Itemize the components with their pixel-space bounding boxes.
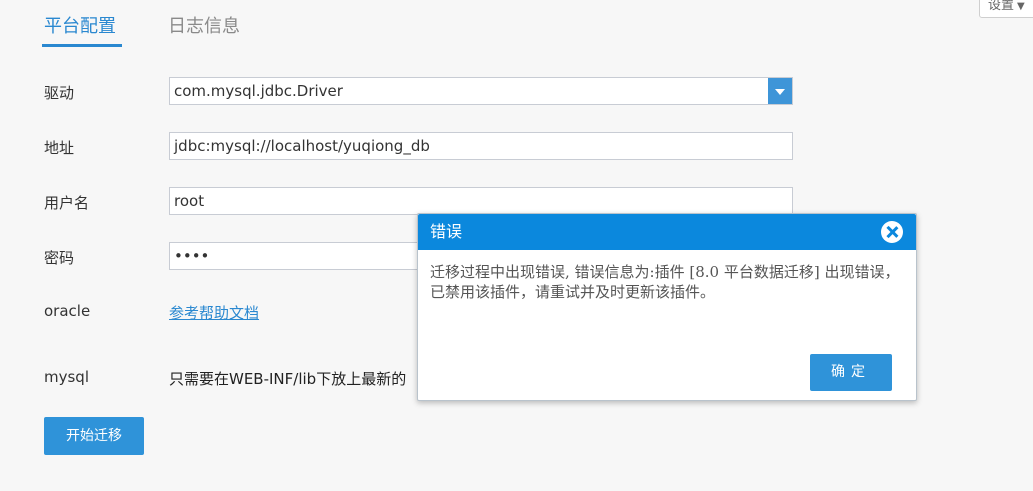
start-migration-button[interactable]: 开始迁移 <box>44 417 144 455</box>
address-input[interactable]: jdbc:mysql://localhost/yuqiong_db <box>169 132 793 160</box>
password-value: •••• <box>174 247 210 265</box>
driver-select[interactable]: com.mysql.jdbc.Driver <box>169 77 793 105</box>
help-doc-link[interactable]: 参考帮助文档 <box>169 302 259 323</box>
password-label: 密码 <box>44 249 75 267</box>
oracle-label: oracle <box>44 302 91 320</box>
chevron-down-icon: ▼ <box>1017 1 1025 12</box>
settings-button[interactable]: 设置 ▼ <box>979 0 1033 18</box>
mysql-note: 只需要在WEB-INF/lib下放上最新的 <box>169 370 407 388</box>
dialog-message: 迁移过程中出现错误, 错误信息为:插件 [8.0 平台数据迁移] 出现错误，已禁… <box>430 263 900 301</box>
active-tab-indicator <box>42 44 122 47</box>
close-icon[interactable] <box>881 221 903 243</box>
tab-log-info[interactable]: 日志信息 <box>168 15 240 39</box>
tab-platform-config[interactable]: 平台配置 <box>44 15 116 39</box>
dialog-title: 错误 <box>430 222 463 241</box>
username-value: root <box>174 192 205 210</box>
driver-value: com.mysql.jdbc.Driver <box>174 82 343 100</box>
dropdown-arrow-icon[interactable] <box>768 78 792 104</box>
address-value: jdbc:mysql://localhost/yuqiong_db <box>174 137 430 155</box>
username-input[interactable]: root <box>169 187 793 215</box>
address-label: 地址 <box>44 139 75 157</box>
mysql-label: mysql <box>44 368 89 386</box>
dialog-header: 错误 <box>418 214 916 250</box>
settings-label: 设置 <box>988 0 1015 13</box>
driver-label: 驱动 <box>44 84 75 102</box>
username-label: 用户名 <box>44 194 90 212</box>
error-dialog: 错误 迁移过程中出现错误, 错误信息为:插件 [8.0 平台数据迁移] 出现错误… <box>417 213 917 401</box>
ok-button[interactable]: 确定 <box>810 354 892 391</box>
